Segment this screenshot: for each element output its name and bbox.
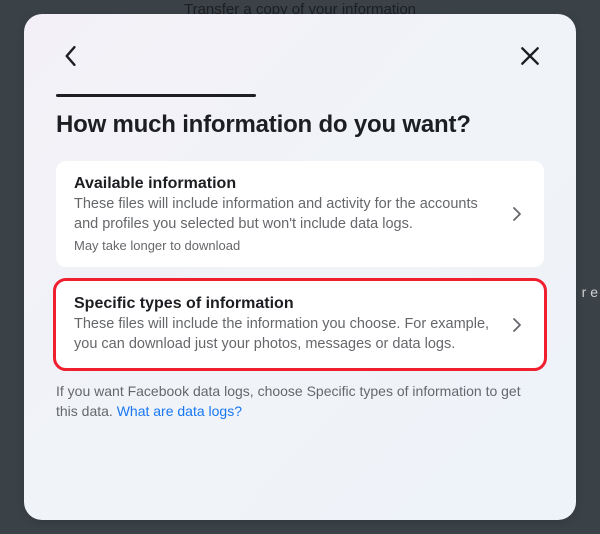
side-fragment: r e (582, 284, 598, 300)
option-content: Available information These files will i… (74, 175, 508, 253)
chevron-right-icon (508, 205, 526, 223)
option-description: These files will include the information… (74, 315, 496, 354)
progress-indicator (56, 94, 256, 97)
modal: How much information do you want? Availa… (24, 14, 576, 520)
modal-header (56, 42, 544, 70)
chevron-right-icon (508, 316, 526, 334)
option-specific-types[interactable]: Specific types of information These file… (56, 281, 544, 368)
modal-title: How much information do you want? (56, 111, 544, 139)
option-title: Specific types of information (74, 295, 496, 313)
option-available-information[interactable]: Available information These files will i… (56, 161, 544, 267)
option-content: Specific types of information These file… (74, 295, 508, 354)
close-button[interactable] (516, 42, 544, 70)
footer-text: If you want Facebook data logs, choose S… (56, 382, 544, 421)
close-icon (519, 45, 541, 67)
data-logs-link[interactable]: What are data logs? (117, 403, 242, 419)
back-button[interactable] (56, 42, 84, 70)
option-title: Available information (74, 175, 496, 193)
chevron-left-icon (63, 45, 77, 67)
option-description: These files will include information and… (74, 195, 496, 234)
option-note: May take longer to download (74, 238, 496, 253)
